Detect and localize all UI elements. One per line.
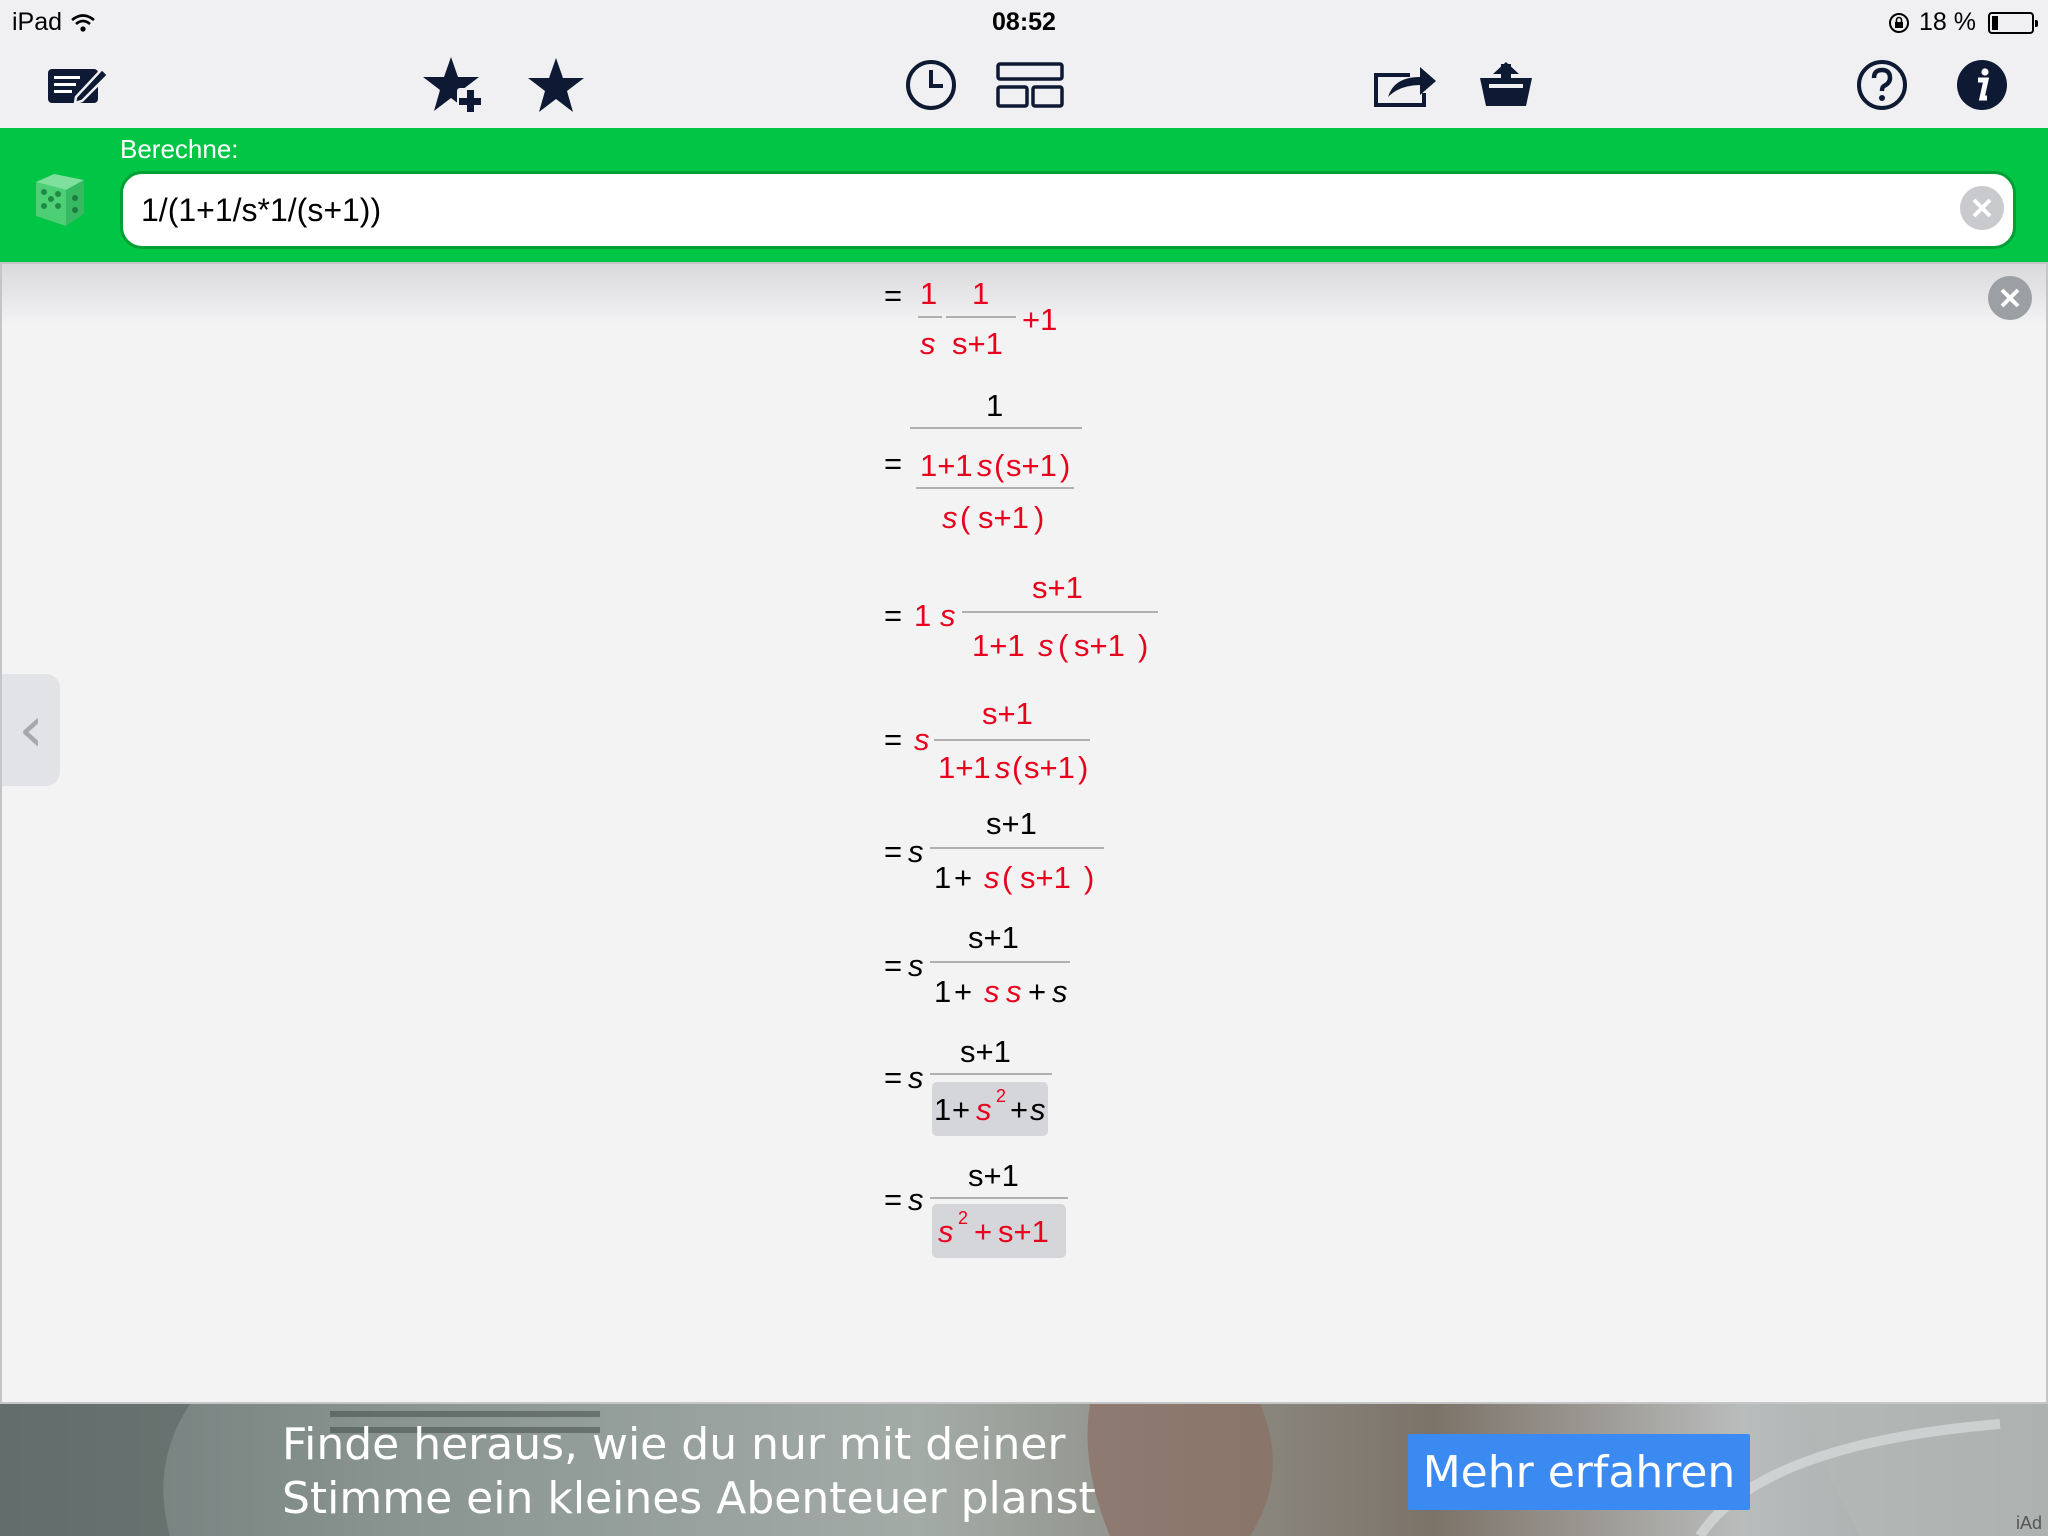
steps-panel: ‹ = 1 s 1 s+1 +1 1 = 1+1 s (s+1) s (s… — [0, 262, 2048, 1404]
status-time: 08:52 — [992, 8, 1056, 36]
math-term: 1+1 — [972, 628, 1025, 663]
math-term: s+1 — [952, 326, 1003, 361]
math-term: ( — [994, 448, 1005, 483]
math-term: s — [938, 1214, 954, 1249]
equals-sign: = — [884, 1060, 902, 1095]
ad-text: Finde heraus, wie du nur mit deiner Stim… — [282, 1418, 1096, 1526]
math-term: ) — [1138, 628, 1148, 663]
math-term: 1 — [934, 974, 951, 1009]
math-term: s — [1006, 974, 1022, 1009]
math-term: 1 — [934, 1092, 951, 1127]
math-term: s — [976, 1092, 992, 1127]
battery-percent: 18 % — [1919, 8, 1976, 36]
math-term: ( — [960, 500, 971, 535]
math-term: s+1 — [968, 920, 1019, 955]
math-term: + — [1010, 1092, 1028, 1127]
ad-banner[interactable]: Finde heraus, wie du nur mit deiner Stim… — [0, 1404, 2048, 1536]
equals-sign: = — [884, 278, 902, 313]
input-bar: Berechne: — [0, 128, 2048, 262]
math-term: 1 — [986, 388, 1003, 423]
math-term: s — [1038, 628, 1054, 663]
equals-sign: = — [884, 948, 902, 983]
toolbar — [0, 42, 2048, 128]
math-term: s+1 — [960, 1034, 1011, 1069]
status-bar: iPad 08:52 18 % — [0, 0, 2048, 42]
math-term: s+1 — [982, 696, 1033, 731]
math-term: ( — [1002, 860, 1013, 895]
ad-line-2: Stimme ein kleines Abenteuer planst — [282, 1473, 1096, 1524]
equals-sign: = — [884, 722, 902, 757]
math-term: + — [952, 1092, 970, 1127]
math-term: +1 — [1022, 302, 1057, 337]
math-term: ( — [1012, 750, 1023, 785]
layout-icon[interactable] — [996, 52, 1064, 118]
favorites-icon[interactable] — [522, 52, 590, 118]
clear-icon — [1972, 198, 1992, 218]
math-term: s+1 — [1032, 570, 1083, 605]
math-term: s+1 — [1006, 448, 1057, 483]
math-term: 1 — [914, 598, 931, 633]
iad-label: iAd — [2015, 1513, 2042, 1533]
math-term: s — [914, 722, 930, 757]
math-term: s+1 — [998, 1214, 1049, 1249]
math-term: ) — [1034, 500, 1044, 535]
learn-more-button[interactable]: Mehr erfahren — [1408, 1434, 1750, 1510]
math-term: s — [920, 326, 936, 361]
math-term: s+1 — [1024, 750, 1075, 785]
math-term: s — [984, 860, 1000, 895]
exponent: 2 — [996, 1086, 1006, 1106]
math-term: ) — [1060, 448, 1070, 483]
math-term: + — [954, 860, 972, 895]
math-term: + — [974, 1214, 992, 1249]
math-term: s+1 — [1020, 860, 1071, 895]
math-term: s — [908, 1182, 924, 1217]
add-favorite-icon[interactable] — [420, 52, 488, 118]
math-term: 1 — [972, 276, 989, 311]
math-term: s — [977, 448, 993, 483]
math-term: s — [1030, 1092, 1046, 1127]
math-term: s — [984, 974, 1000, 1009]
math-term: s+1 — [978, 500, 1029, 535]
export-icon[interactable] — [1472, 52, 1540, 118]
math-term: 1+1 — [938, 750, 991, 785]
history-icon[interactable] — [897, 52, 965, 118]
math-term: ( — [1058, 628, 1069, 663]
math-term: s+1 — [968, 1158, 1019, 1193]
math-term: s — [942, 500, 958, 535]
ad-line-1: Finde heraus, wie du nur mit deiner — [282, 1419, 1066, 1470]
math-term: 1 — [934, 860, 951, 895]
math-term: 1+1 — [920, 448, 973, 483]
math-term: s — [908, 948, 924, 983]
math-term: ) — [1078, 750, 1088, 785]
math-term: s — [940, 598, 956, 633]
math-term: + — [954, 974, 972, 1009]
math-term: s — [908, 834, 924, 869]
math-term: + — [1028, 974, 1046, 1009]
equals-sign: = — [884, 834, 902, 869]
dice-icon[interactable] — [32, 170, 88, 228]
equals-sign: = — [884, 598, 902, 633]
math-term: 1 — [920, 276, 937, 311]
info-icon[interactable] — [1948, 52, 2016, 118]
math-term: ) — [1084, 860, 1094, 895]
math-term: s — [1052, 974, 1068, 1009]
exponent: 2 — [958, 1208, 968, 1228]
equals-sign: = — [884, 446, 902, 481]
calculate-label: Berechne: — [120, 134, 239, 164]
edit-notes-icon[interactable] — [44, 52, 112, 118]
math-term: s — [995, 750, 1011, 785]
expression-input[interactable] — [120, 171, 2016, 249]
clear-input-button[interactable] — [1960, 186, 2004, 230]
battery-icon — [1988, 11, 2038, 34]
help-icon[interactable] — [1848, 52, 1916, 118]
math-term: s+1 — [986, 806, 1037, 841]
rotation-lock-icon — [1889, 12, 1910, 33]
math-term: s — [908, 1060, 924, 1095]
math-term: s+1 — [1074, 628, 1125, 663]
share-icon[interactable] — [1370, 52, 1438, 118]
derivation-steps: = 1 s 1 s+1 +1 1 = 1+1 s ( s+1 ) s ( s+1… — [884, 276, 1158, 1258]
equals-sign: = — [884, 1182, 902, 1217]
